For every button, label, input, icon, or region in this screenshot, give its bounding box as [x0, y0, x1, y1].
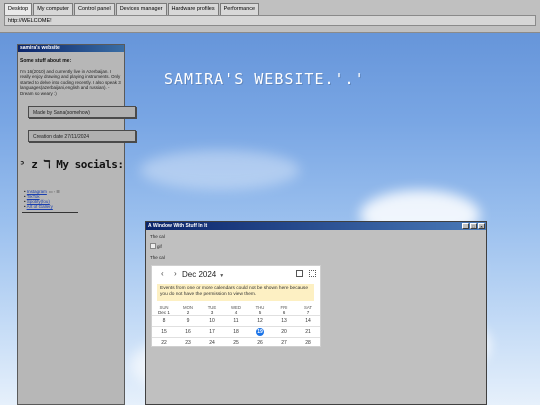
calendar-embed: ‹ › Dec 2024 ▼ Events from one or more ca…	[151, 265, 321, 347]
day-cell[interactable]: 18	[224, 327, 248, 337]
grid-view-icon[interactable]	[309, 270, 316, 277]
about-heading: Some stuff about me:	[20, 58, 72, 64]
chevron-down-icon: ▼	[219, 273, 225, 279]
cloud-decoration	[140, 150, 300, 190]
day-cell[interactable]: 23	[176, 338, 200, 346]
week-row: 8 9 10 11 12 13 14	[152, 315, 320, 326]
window-controls: _ □ ×	[462, 223, 485, 229]
tab-hardware-profiles[interactable]: Hardware profiles	[167, 3, 219, 15]
day-cell[interactable]: 17	[200, 327, 224, 337]
broken-image-icon	[150, 243, 156, 249]
day-cell[interactable]: 13	[272, 316, 296, 326]
tab-desktop[interactable]: Desktop	[4, 3, 33, 15]
month-label: Dec 2024	[182, 270, 217, 279]
day-cell[interactable]: 14	[296, 316, 320, 326]
day-cell[interactable]: 2	[176, 310, 200, 315]
close-button[interactable]: ×	[478, 223, 485, 229]
page-title: SAMIRA'S WEBSITE.'.'	[164, 70, 365, 88]
day-cell[interactable]: Dec 1	[152, 310, 176, 315]
tab-control-panel[interactable]: Control panel	[73, 3, 115, 15]
day-cell[interactable]: 22	[152, 338, 176, 346]
day-cell[interactable]: 28	[296, 338, 320, 346]
day-cell[interactable]: 12	[248, 316, 272, 326]
window-titlebar[interactable]: A Window With Stuff In It _ □ ×	[146, 222, 486, 230]
today-marker: 19	[256, 328, 264, 336]
window-title: A Window With Stuff In It	[148, 223, 208, 229]
stuff-window: A Window With Stuff In It _ □ × The cal …	[145, 221, 487, 405]
divider	[22, 212, 78, 213]
tab-devices-manager[interactable]: Devices manager	[115, 3, 167, 15]
day-cell[interactable]: 4	[224, 310, 248, 315]
top-toolbar: Desktop My computer Control panel Device…	[0, 0, 540, 33]
day-cell[interactable]: 8	[152, 316, 176, 326]
week-row: 22 23 24 25 26 27 28	[152, 337, 320, 346]
day-cell[interactable]: 7	[296, 310, 320, 315]
day-cell[interactable]: 20	[272, 327, 296, 337]
day-cell-today[interactable]: 19	[248, 327, 272, 337]
sidebar-title: samira's website	[18, 45, 124, 52]
gallery-link[interactable]: Art of Gallery	[27, 204, 53, 209]
calendar-header: ‹ › Dec 2024 ▼	[152, 266, 320, 282]
address-bar[interactable]: http://WELCOME!	[4, 15, 536, 26]
day-cell[interactable]: 25	[224, 338, 248, 346]
day-cell[interactable]: 6	[272, 310, 296, 315]
day-cell[interactable]: 26	[248, 338, 272, 346]
day-cell[interactable]: 5	[248, 310, 272, 315]
tab-bar: Desktop My computer Control panel Device…	[4, 3, 260, 15]
sidebar-window: samira's website Some stuff about me: I'…	[17, 44, 136, 405]
prev-month-button[interactable]: ‹	[161, 269, 164, 278]
socials-heading: ᵓ z ℸ My socials:	[19, 158, 124, 171]
maximize-button[interactable]: □	[470, 223, 477, 229]
week-row: 15 16 17 18 19 20 21	[152, 326, 320, 337]
day-cell[interactable]: 27	[272, 338, 296, 346]
day-cell[interactable]: 10	[200, 316, 224, 326]
calendar-grid: SUN MON TUE WED THU FRI SAT Dec 1 2 3 4 …	[152, 305, 320, 346]
day-cell[interactable]: 21	[296, 327, 320, 337]
day-cell[interactable]: 3	[200, 310, 224, 315]
month-selector[interactable]: Dec 2024 ▼	[182, 270, 224, 279]
tab-performance[interactable]: Performance	[219, 3, 260, 15]
day-cell[interactable]: 15	[152, 327, 176, 337]
day-cell[interactable]: 9	[176, 316, 200, 326]
permission-notice: Events from one or more calendars could …	[157, 284, 314, 301]
day-cell[interactable]: 24	[200, 338, 224, 346]
image-alt-text: gif	[157, 243, 162, 249]
next-month-button[interactable]: ›	[174, 269, 177, 278]
day-cell[interactable]: 16	[176, 327, 200, 337]
calendar-icon[interactable]	[296, 270, 303, 277]
share-icon: ▭ ◦ ☰	[48, 189, 60, 194]
socials-list: • Instagram ▭ ◦ ☰ • TikTok • Spotify(fou)…	[24, 189, 60, 209]
day-cell[interactable]: 11	[224, 316, 248, 326]
broken-image: gif	[150, 243, 162, 249]
tab-my-computer[interactable]: My computer	[33, 3, 73, 15]
week-row: Dec 1 2 3 4 5 6 7	[152, 310, 320, 315]
creation-date-box: Creation date 27/11/2024	[28, 130, 136, 142]
minimize-button[interactable]: _	[462, 223, 469, 229]
window-text: The cal	[150, 234, 165, 239]
made-by-box: Made by Sana(somehow)	[28, 106, 136, 118]
list-item: • Art of Gallery	[24, 204, 53, 209]
about-text: I'm 16(2010) and currently live in Azerb…	[20, 69, 121, 96]
window-text: The cal	[150, 255, 165, 260]
